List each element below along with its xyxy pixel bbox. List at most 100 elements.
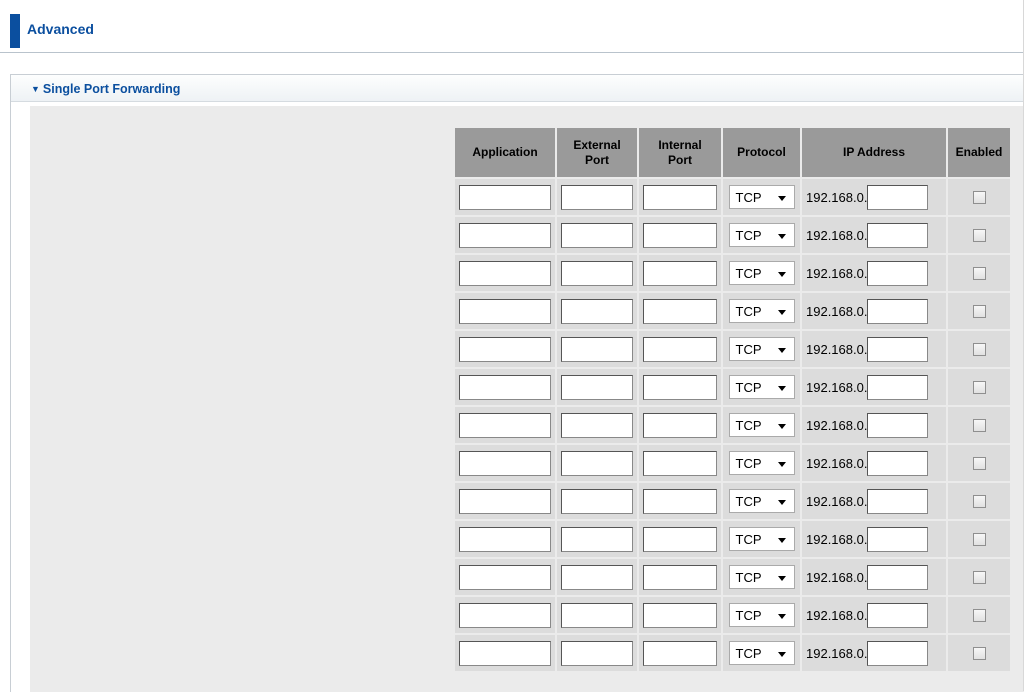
application-input[interactable] [459, 222, 551, 248]
protocol-select[interactable]: TCP [728, 527, 795, 551]
chevron-down-icon[interactable] [777, 348, 786, 353]
external-port-input[interactable] [561, 298, 633, 324]
table-row: TCP 192.168.0. [455, 483, 1010, 519]
application-input[interactable] [459, 260, 551, 286]
ip-last-octet-input[interactable] [867, 488, 929, 514]
ip-last-octet-input[interactable] [867, 184, 929, 210]
protocol-select[interactable]: TCP [728, 641, 795, 665]
triangle-down-icon[interactable]: ▼ [31, 84, 40, 94]
internal-port-input[interactable] [643, 526, 717, 552]
enabled-checkbox[interactable] [972, 380, 986, 394]
internal-port-input[interactable] [643, 640, 717, 666]
protocol-select[interactable]: TCP [728, 223, 795, 247]
application-input[interactable] [459, 374, 551, 400]
enabled-checkbox[interactable] [972, 494, 986, 508]
external-port-input[interactable] [561, 412, 633, 438]
chevron-down-icon[interactable] [777, 462, 786, 467]
ip-last-octet-input[interactable] [867, 222, 929, 248]
enabled-checkbox[interactable] [972, 570, 986, 584]
protocol-select[interactable]: TCP [728, 261, 795, 285]
external-port-input[interactable] [561, 564, 633, 590]
chevron-down-icon[interactable] [777, 386, 786, 391]
application-input[interactable] [459, 526, 551, 552]
application-input[interactable] [459, 564, 551, 590]
enabled-checkbox[interactable] [972, 532, 986, 546]
external-port-input[interactable] [561, 602, 633, 628]
chevron-down-icon[interactable] [777, 614, 786, 619]
application-input[interactable] [459, 184, 551, 210]
external-port-input[interactable] [561, 374, 633, 400]
protocol-select[interactable]: TCP [728, 299, 795, 323]
chevron-down-icon[interactable] [777, 196, 786, 201]
cell-application [455, 559, 555, 595]
external-port-input[interactable] [561, 260, 633, 286]
application-input[interactable] [459, 336, 551, 362]
application-input[interactable] [459, 602, 551, 628]
ip-last-octet-input[interactable] [867, 450, 929, 476]
application-input[interactable] [459, 450, 551, 476]
ip-last-octet-input[interactable] [867, 640, 929, 666]
external-port-input[interactable] [561, 526, 633, 552]
internal-port-input[interactable] [643, 260, 717, 286]
external-port-input[interactable] [561, 184, 633, 210]
ip-last-octet-input[interactable] [867, 526, 929, 552]
enabled-checkbox[interactable] [972, 304, 986, 318]
ip-last-octet-input[interactable] [867, 298, 929, 324]
protocol-select[interactable]: TCP [728, 337, 795, 361]
enabled-checkbox[interactable] [972, 266, 986, 280]
section-title-wrap[interactable]: ▼ Single Port Forwarding [31, 82, 180, 96]
ip-last-octet-input[interactable] [867, 260, 929, 286]
application-input[interactable] [459, 488, 551, 514]
chevron-down-icon[interactable] [777, 234, 786, 239]
ip-last-octet-input[interactable] [867, 602, 929, 628]
internal-port-input[interactable] [643, 184, 717, 210]
external-port-input[interactable] [561, 336, 633, 362]
ip-address-group: 192.168.0. [802, 640, 946, 666]
external-port-input[interactable] [561, 640, 633, 666]
ip-prefix: 192.168.0. [806, 531, 868, 547]
external-port-input[interactable] [561, 488, 633, 514]
chevron-down-icon[interactable] [777, 576, 786, 581]
enabled-checkbox[interactable] [972, 456, 986, 470]
internal-port-input[interactable] [643, 564, 717, 590]
external-port-input[interactable] [561, 222, 633, 248]
application-input[interactable] [459, 412, 551, 438]
protocol-select[interactable]: TCP [728, 603, 795, 627]
internal-port-input[interactable] [643, 336, 717, 362]
internal-port-input[interactable] [643, 298, 717, 324]
external-port-input[interactable] [561, 450, 633, 476]
chevron-down-icon[interactable] [777, 538, 786, 543]
section-header[interactable]: ▼ Single Port Forwarding [11, 75, 1024, 102]
enabled-checkbox[interactable] [972, 608, 986, 622]
ip-last-octet-input[interactable] [867, 374, 929, 400]
enabled-checkbox[interactable] [972, 418, 986, 432]
enabled-checkbox[interactable] [972, 228, 986, 242]
enabled-checkbox[interactable] [972, 646, 986, 660]
cell-internal-port [639, 179, 721, 215]
chevron-down-icon[interactable] [777, 500, 786, 505]
internal-port-input[interactable] [643, 602, 717, 628]
application-input[interactable] [459, 298, 551, 324]
protocol-select[interactable]: TCP [728, 185, 795, 209]
internal-port-input[interactable] [643, 488, 717, 514]
chevron-down-icon[interactable] [777, 424, 786, 429]
application-input[interactable] [459, 640, 551, 666]
protocol-select[interactable]: TCP [728, 413, 795, 437]
internal-port-input[interactable] [643, 374, 717, 400]
enabled-checkbox[interactable] [972, 190, 986, 204]
chevron-down-icon[interactable] [777, 310, 786, 315]
ip-last-octet-input[interactable] [867, 564, 929, 590]
ip-last-octet-input[interactable] [867, 412, 929, 438]
protocol-select[interactable]: TCP [728, 451, 795, 475]
enabled-checkbox[interactable] [972, 342, 986, 356]
internal-port-input[interactable] [643, 412, 717, 438]
internal-port-input[interactable] [643, 450, 717, 476]
ip-address-group: 192.168.0. [802, 336, 946, 362]
chevron-down-icon[interactable] [777, 652, 786, 657]
ip-last-octet-input[interactable] [867, 336, 929, 362]
protocol-select[interactable]: TCP [728, 375, 795, 399]
internal-port-input[interactable] [643, 222, 717, 248]
protocol-select[interactable]: TCP [728, 565, 795, 589]
protocol-select[interactable]: TCP [728, 489, 795, 513]
chevron-down-icon[interactable] [777, 272, 786, 277]
